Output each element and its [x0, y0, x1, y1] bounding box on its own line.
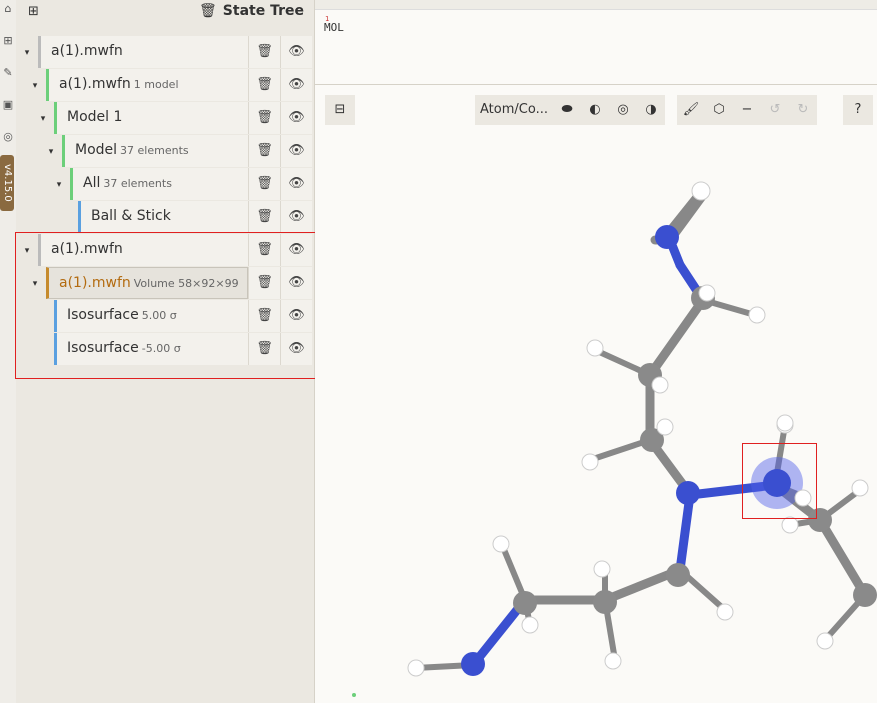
- delete-button[interactable]: 🗑: [248, 135, 280, 167]
- visibility-eye-icon[interactable]: 👁: [280, 168, 312, 200]
- bond: [645, 295, 708, 380]
- tree-structure-icon[interactable]: ⊞: [28, 4, 39, 19]
- trash-icon[interactable]: 🗑: [199, 3, 217, 19]
- molecule-viewport[interactable]: ⊟ Atom/Co... ⬬ ◐ ◎ ◑ 🖌 ⬡ − ↺ ↻ ?: [315, 85, 877, 703]
- molecule-render: [352, 181, 877, 697]
- hydrogen-atom: [521, 616, 539, 634]
- tree-row-trajectory[interactable]: a(1).mwfn 1 model: [46, 69, 248, 101]
- state-tree-title: 🗑 State Tree: [199, 3, 304, 19]
- hydrogen-atom: [407, 659, 425, 677]
- highlight-box-volume: [15, 232, 326, 379]
- visibility-eye-icon[interactable]: 👁: [280, 102, 312, 134]
- carbon-atom: [593, 590, 617, 614]
- hydrogen-atom: [593, 560, 611, 578]
- tree-row-label: Ball & Stick: [91, 208, 171, 224]
- delete-button[interactable]: 🗑: [248, 201, 280, 233]
- save-icon[interactable]: ▣: [1, 98, 15, 112]
- tree-row-structure[interactable]: Model 37 elements: [62, 135, 248, 167]
- tree-row-representation[interactable]: Ball & Stick: [78, 201, 248, 233]
- collapse-caret-icon[interactable]: ▾: [30, 81, 40, 91]
- row-title: a(1).mwfn: [59, 76, 131, 92]
- row-subtitle: 1 model: [133, 78, 179, 91]
- help-icon[interactable]: ◎: [1, 130, 15, 144]
- delete-button[interactable]: 🗑: [248, 69, 280, 101]
- nitrogen-atom: [655, 225, 679, 249]
- bond: [675, 490, 695, 575]
- sequence-panel: 1 MOL: [315, 0, 877, 85]
- bond: [815, 515, 870, 600]
- delete-button[interactable]: 🗑: [248, 168, 280, 200]
- sequence-header: [315, 0, 877, 10]
- visibility-eye-icon[interactable]: 👁: [280, 201, 312, 233]
- hydrogen-atom: [691, 181, 711, 201]
- hydrogen-atom: [604, 652, 622, 670]
- row-title: All: [83, 175, 101, 191]
- state-tree-header: ⊞ 🗑 State Tree: [16, 0, 314, 24]
- delete-button[interactable]: 🗑: [248, 36, 280, 68]
- hydrogen-atom: [492, 535, 510, 553]
- highlight-box-atom: [742, 443, 817, 519]
- edit-icon[interactable]: ✎: [1, 66, 15, 80]
- hydrogen-atom: [581, 453, 599, 471]
- collapse-caret-icon[interactable]: ▾: [22, 48, 32, 58]
- collapse-caret-icon[interactable]: ▾: [46, 147, 56, 157]
- tree-row-label: a(1).mwfn 1 model: [59, 76, 179, 92]
- tree-row-model[interactable]: Model 1: [54, 102, 248, 134]
- axis-indicator: [352, 693, 356, 697]
- visibility-eye-icon[interactable]: 👁: [280, 36, 312, 68]
- hydrogen-atom: [716, 603, 734, 621]
- nitrogen-atom: [461, 652, 485, 676]
- tree-row-label: Model 1: [67, 109, 122, 125]
- home-icon[interactable]: ⌂: [1, 2, 15, 16]
- tree-row-component[interactable]: All 37 elements: [70, 168, 248, 200]
- carbon-atom: [853, 583, 877, 607]
- tree-row-label: Model 37 elements: [75, 142, 189, 158]
- nitrogen-atom: [676, 481, 700, 505]
- row-subtitle: 37 elements: [120, 144, 189, 157]
- state-tree-title-text: State Tree: [222, 3, 304, 19]
- tree-row-root[interactable]: a(1).mwfn: [38, 36, 248, 68]
- row-subtitle: 37 elements: [103, 177, 172, 190]
- hydrogen-atom: [698, 284, 716, 302]
- hydrogen-atom: [748, 306, 766, 324]
- visibility-eye-icon[interactable]: 👁: [280, 69, 312, 101]
- delete-button[interactable]: 🗑: [248, 102, 280, 134]
- hydrogen-atom: [851, 479, 869, 497]
- row-title: Model 1: [67, 109, 123, 125]
- collapse-caret-icon[interactable]: ▾: [54, 180, 64, 190]
- row-title: a(1).mwfn: [51, 43, 123, 59]
- hydrogen-atom: [776, 414, 794, 432]
- hydrogen-atom: [781, 516, 799, 534]
- tree-icon[interactable]: ⊞: [1, 34, 15, 48]
- row-title: Ball & Stick: [91, 208, 171, 224]
- tree-row-label: All 37 elements: [83, 175, 172, 191]
- version-badge: v4.15.0: [0, 155, 14, 211]
- hydrogen-atom: [586, 339, 604, 357]
- hydrogen-atom: [816, 632, 834, 650]
- hydrogen-atom: [651, 376, 669, 394]
- visibility-eye-icon[interactable]: 👁: [280, 135, 312, 167]
- sequence-residue[interactable]: MOL: [324, 21, 344, 34]
- hydrogen-atom: [656, 418, 674, 436]
- tree-row-label: a(1).mwfn: [51, 43, 123, 59]
- carbon-atom: [513, 591, 537, 615]
- carbon-atom: [666, 563, 690, 587]
- collapse-caret-icon[interactable]: ▾: [38, 114, 48, 124]
- row-title: Model: [75, 142, 118, 158]
